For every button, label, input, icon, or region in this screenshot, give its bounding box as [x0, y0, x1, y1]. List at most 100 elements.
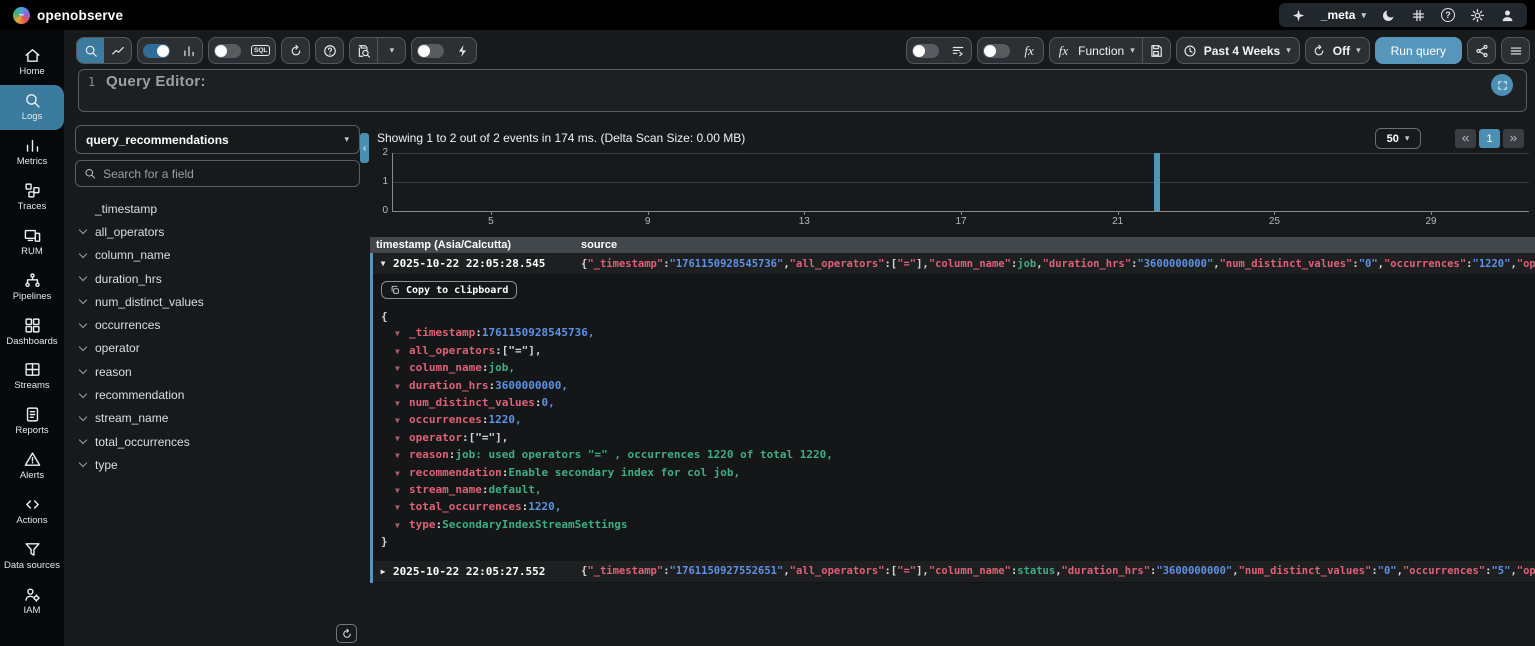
sidebar-item-home[interactable]: Home: [0, 40, 64, 85]
histogram-toggle[interactable]: [143, 44, 170, 58]
field-search-input[interactable]: [103, 167, 351, 181]
field-item-reason[interactable]: reason: [75, 360, 360, 383]
json-collapse-icon[interactable]: ▼: [395, 448, 409, 464]
row-expand-icon[interactable]: ▶: [373, 567, 393, 576]
histogram-chart[interactable]: 012591317212529: [392, 153, 1529, 212]
chevron-down-icon[interactable]: [79, 249, 87, 257]
field-item-duration_hrs[interactable]: duration_hrs: [75, 267, 360, 290]
chevron-down-icon[interactable]: [79, 459, 87, 467]
interesting-fields-toggle[interactable]: [912, 44, 939, 58]
query-help-button[interactable]: [316, 38, 343, 63]
chevron-down-icon[interactable]: [79, 343, 87, 351]
stream-selector[interactable]: query_recommendations ▾: [75, 125, 360, 154]
json-collapse-icon[interactable]: ▼: [395, 379, 409, 395]
chevron-down-icon[interactable]: [79, 366, 87, 374]
table-row[interactable]: ▼2025-10-22 22:05:28.545{"_timestamp":"1…: [373, 253, 1535, 275]
page-size-select[interactable]: 50 ▾: [1375, 128, 1421, 149]
field-item-num_distinct_values[interactable]: num_distinct_values: [75, 290, 360, 313]
editor-expand-button[interactable]: [1491, 74, 1513, 96]
field-item-all_operators[interactable]: all_operators: [75, 220, 360, 243]
row-collapse-icon[interactable]: ▼: [373, 259, 393, 268]
chevron-down-icon[interactable]: ▾: [1286, 45, 1299, 56]
prev-page-button[interactable]: [1455, 129, 1476, 148]
saved-search-button[interactable]: [350, 38, 377, 63]
chevron-down-icon[interactable]: [79, 296, 87, 304]
chevron-down-icon[interactable]: ▾: [1130, 45, 1142, 56]
field-item-operator[interactable]: operator: [75, 337, 360, 360]
run-query-button[interactable]: Run query: [1375, 37, 1462, 64]
reset-filters-button[interactable]: [282, 38, 309, 63]
more-menu-button[interactable]: [1502, 38, 1529, 63]
function-dropdown-label[interactable]: Function: [1072, 44, 1130, 58]
json-entry-type[interactable]: ▼type:SecondaryIndexStreamSettings: [381, 517, 1535, 534]
json-entry-occurrences[interactable]: ▼occurrences:1220,: [381, 412, 1535, 429]
json-collapse-icon[interactable]: ▼: [395, 396, 409, 412]
share-link-button[interactable]: [1468, 38, 1495, 63]
sidebar-item-logs[interactable]: Logs: [0, 85, 64, 130]
save-function-button[interactable]: [1143, 38, 1170, 63]
sidebar-item-data-sources[interactable]: Data sources: [0, 534, 64, 579]
json-collapse-icon[interactable]: ▼: [395, 413, 409, 429]
sql-mode-toggle[interactable]: [214, 44, 241, 58]
json-entry-duration_hrs[interactable]: ▼duration_hrs:3600000000,: [381, 378, 1535, 395]
field-item-recommendation[interactable]: recommendation: [75, 383, 360, 406]
sidebar-item-streams[interactable]: Streams: [0, 354, 64, 399]
organization-selector[interactable]: _meta ▾: [1321, 8, 1366, 22]
refresh-fields-button[interactable]: [336, 624, 357, 643]
user-avatar-icon[interactable]: [1500, 8, 1515, 23]
field-item-column_name[interactable]: column_name: [75, 244, 360, 267]
auto-refresh-label[interactable]: Off: [1333, 44, 1356, 58]
json-entry-num_distinct_values[interactable]: ▼num_distinct_values:0,: [381, 395, 1535, 412]
time-range-label[interactable]: Past 4 Weeks: [1204, 44, 1287, 58]
search-mode-button[interactable]: [77, 38, 104, 63]
source-column-header[interactable]: source: [581, 239, 617, 251]
json-collapse-icon[interactable]: ▼: [395, 344, 409, 360]
dark-mode-moon-icon[interactable]: [1381, 8, 1396, 23]
chevron-down-icon[interactable]: ▾: [1356, 45, 1369, 56]
quick-mode-toggle[interactable]: [417, 44, 444, 58]
field-item-type[interactable]: type: [75, 453, 360, 476]
json-entry-stream_name[interactable]: ▼stream_name:default,: [381, 482, 1535, 499]
json-entry-recommendation[interactable]: ▼recommendation:Enable secondary index f…: [381, 465, 1535, 482]
json-collapse-icon[interactable]: ▼: [395, 431, 409, 447]
sidebar-item-metrics[interactable]: Metrics: [0, 130, 64, 175]
current-page-button[interactable]: 1: [1479, 129, 1500, 148]
json-collapse-icon[interactable]: ▼: [395, 500, 409, 516]
sidebar-item-pipelines[interactable]: Pipelines: [0, 265, 64, 310]
chevron-down-icon[interactable]: [79, 226, 87, 234]
json-entry-total_occurrences[interactable]: ▼total_occurrences:1220,: [381, 499, 1535, 516]
histogram-bar[interactable]: [1154, 153, 1160, 211]
table-row[interactable]: ▶2025-10-22 22:05:27.552{"_timestamp":"1…: [373, 561, 1535, 583]
chevron-down-icon[interactable]: [79, 319, 87, 327]
sidebar-item-actions[interactable]: Actions: [0, 489, 64, 534]
saved-search-dropdown[interactable]: ▾: [378, 38, 405, 63]
field-item-stream_name[interactable]: stream_name: [75, 407, 360, 430]
metrics-mode-button[interactable]: [104, 38, 131, 63]
collapse-panel-handle[interactable]: ‹: [360, 133, 369, 163]
query-editor[interactable]: 1 Query Editor:: [78, 69, 1527, 112]
field-item-total_occurrences[interactable]: total_occurrences: [75, 430, 360, 453]
sidebar-item-rum[interactable]: RUM: [0, 220, 64, 265]
json-entry-column_name[interactable]: ▼column_name:job,: [381, 360, 1535, 377]
slack-icon[interactable]: [1411, 8, 1426, 23]
json-collapse-icon[interactable]: ▼: [395, 326, 409, 342]
sidebar-item-traces[interactable]: Traces: [0, 175, 64, 220]
json-collapse-icon[interactable]: ▼: [395, 466, 409, 482]
copy-to-clipboard-button[interactable]: Copy to clipboard: [381, 281, 517, 299]
json-collapse-icon[interactable]: ▼: [395, 361, 409, 377]
json-entry-reason[interactable]: ▼reason:job: used operators "=" , occurr…: [381, 447, 1535, 464]
gear-icon[interactable]: [1470, 8, 1485, 23]
sidebar-item-reports[interactable]: Reports: [0, 399, 64, 444]
json-entry-_timestamp[interactable]: ▼_timestamp:1761150928545736,: [381, 325, 1535, 342]
json-entry-all_operators[interactable]: ▼all_operators:["="],: [381, 343, 1535, 360]
sparkle-ai-icon[interactable]: [1291, 8, 1306, 23]
field-item-_timestamp[interactable]: _timestamp: [75, 197, 360, 220]
sidebar-item-dashboards[interactable]: Dashboards: [0, 310, 64, 355]
chevron-down-icon[interactable]: [79, 436, 87, 444]
chevron-down-icon[interactable]: [79, 413, 87, 421]
sidebar-item-iam[interactable]: IAM: [0, 579, 64, 624]
timestamp-column-header[interactable]: timestamp (Asia/Calcutta): [370, 239, 581, 251]
vrl-function-toggle[interactable]: [983, 44, 1010, 58]
next-page-button[interactable]: [1503, 129, 1524, 148]
sidebar-item-alerts[interactable]: Alerts: [0, 444, 64, 489]
